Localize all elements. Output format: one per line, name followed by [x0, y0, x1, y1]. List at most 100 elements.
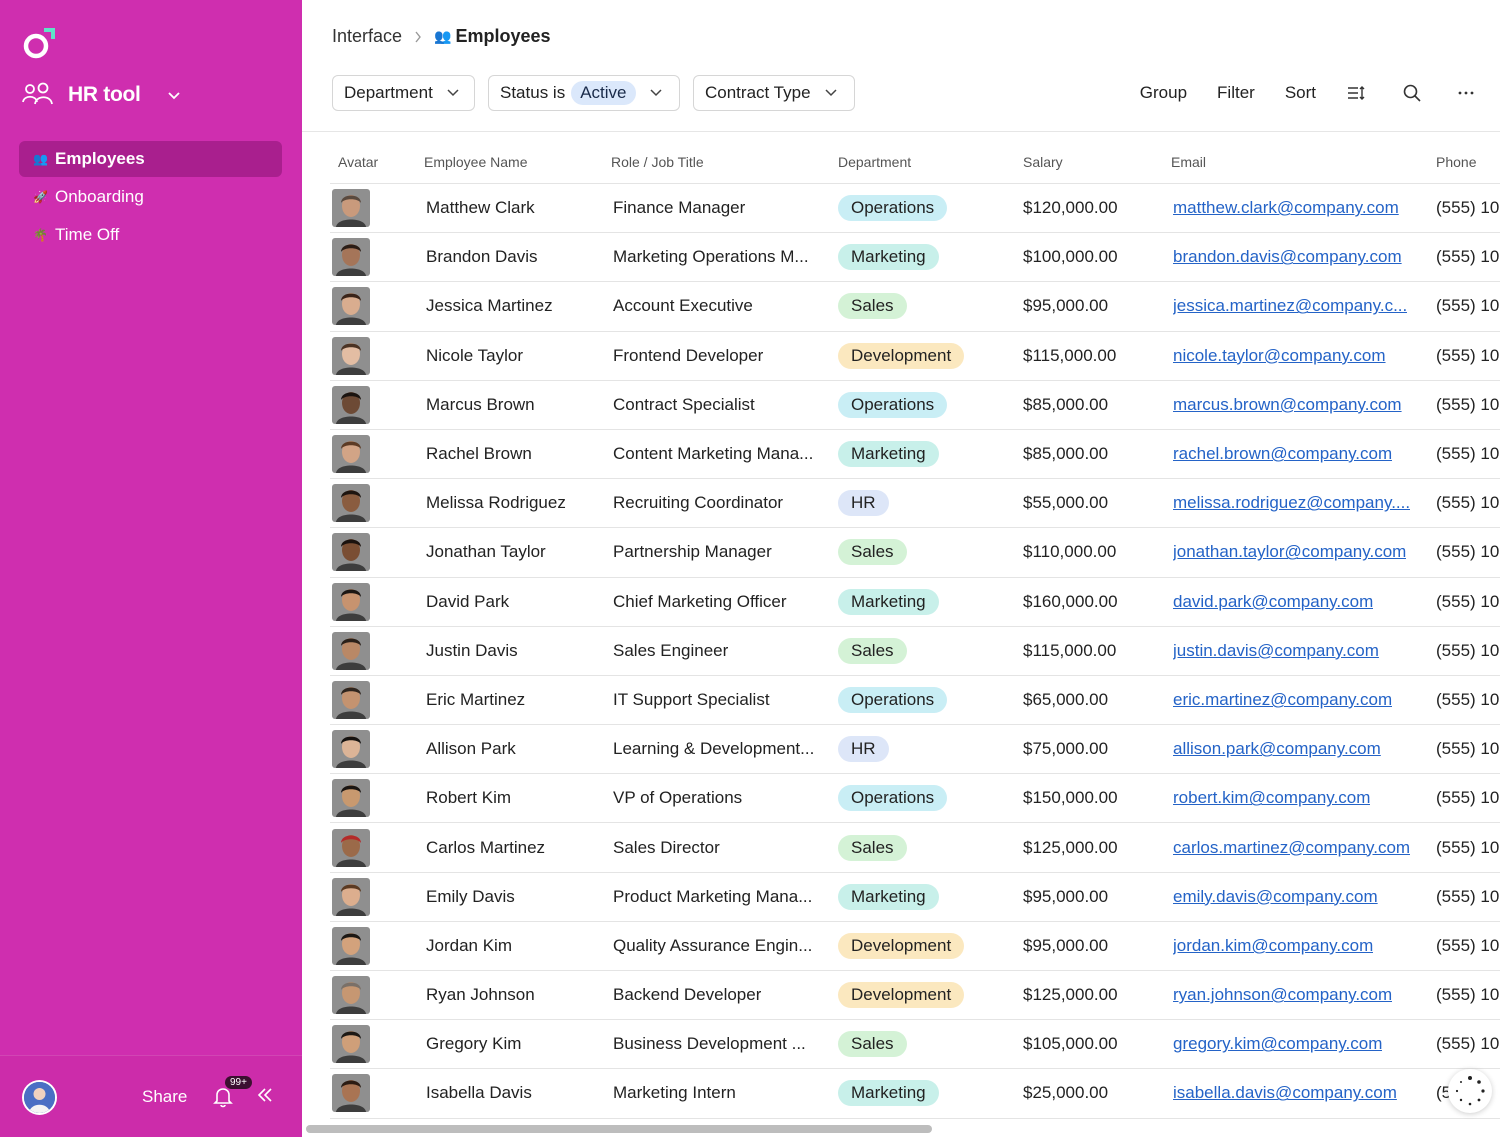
user-avatar[interactable]	[22, 1080, 57, 1115]
employee-avatar	[332, 484, 370, 523]
table-row[interactable]: Allison Park Learning & Development... HR $…	[330, 725, 1500, 775]
employee-email-link[interactable]: carlos.martinez@company.com	[1173, 838, 1410, 858]
employee-name: Matthew Clark	[426, 198, 535, 218]
sidebar-item-employees[interactable]: 👥 Employees	[19, 141, 282, 177]
more-options-icon[interactable]	[1456, 83, 1476, 103]
chevron-down-icon[interactable]	[167, 90, 181, 100]
employee-email-link[interactable]: robert.kim@company.com	[1173, 788, 1370, 808]
column-header-role[interactable]: Role / Job Title	[611, 154, 704, 170]
employee-name: Jessica Martinez	[426, 296, 553, 316]
employee-email-link[interactable]: jessica.martinez@company.c...	[1173, 296, 1407, 316]
table-row[interactable]: Jonathan Taylor Partnership Manager Sales $…	[330, 528, 1500, 578]
group-button[interactable]: Group	[1140, 83, 1187, 103]
employee-email-link[interactable]: ryan.johnson@company.com	[1173, 985, 1392, 1005]
chevron-down-icon	[447, 89, 459, 97]
employee-email-link[interactable]: jonathan.taylor@company.com	[1173, 542, 1406, 562]
table-row[interactable]: Jessica Martinez Account Executive Sales $9…	[330, 282, 1500, 332]
column-header-phone[interactable]: Phone	[1436, 154, 1476, 170]
employee-email-link[interactable]: allison.park@company.com	[1173, 739, 1381, 759]
employee-email-link[interactable]: gregory.kim@company.com	[1173, 1034, 1382, 1054]
table-row[interactable]: Matthew Clark Finance Manager Operations $1…	[330, 184, 1500, 234]
avatar-photo-icon	[332, 189, 370, 228]
table-row[interactable]: Emily Davis Product Marketing Mana... Mark…	[330, 873, 1500, 922]
employee-email-link[interactable]: david.park@company.com	[1173, 592, 1373, 612]
horizontal-scrollbar[interactable]	[306, 1125, 932, 1133]
table-row[interactable]: David Park Chief Marketing Officer Marketi…	[330, 578, 1500, 627]
row-height-icon[interactable]	[1346, 83, 1366, 103]
employee-phone: (555) 10	[1436, 935, 1500, 955]
employee-role: Chief Marketing Officer	[613, 591, 787, 611]
employee-email-link[interactable]: justin.davis@company.com	[1173, 641, 1379, 661]
sidebar-item-time-off[interactable]: 🌴 Time Off	[19, 217, 282, 253]
employee-email-link[interactable]: emily.davis@company.com	[1173, 887, 1378, 907]
employee-phone: (555) 10	[1436, 640, 1500, 660]
employee-name: Brandon Davis	[426, 247, 538, 267]
table-row[interactable]: Justin Davis Sales Engineer Sales $115,000.…	[330, 627, 1500, 676]
employee-email-link[interactable]: marcus.brown@company.com	[1173, 395, 1402, 415]
employee-email-link[interactable]: matthew.clark@company.com	[1173, 198, 1399, 218]
employee-email-link[interactable]: nicole.taylor@company.com	[1173, 346, 1386, 366]
rocket-emoji-icon: 🚀	[33, 190, 48, 204]
table-row[interactable]: Isabella Davis Marketing Intern Marketing $…	[330, 1069, 1500, 1119]
employee-email-link[interactable]: isabella.davis@company.com	[1173, 1083, 1397, 1103]
employee-avatar	[332, 533, 370, 572]
employee-phone: (555) 10	[1436, 394, 1500, 414]
table-row[interactable]: Robert Kim VP of Operations Operations $150…	[330, 774, 1500, 824]
employee-role: VP of Operations	[613, 788, 743, 808]
column-header-name[interactable]: Employee Name	[424, 154, 528, 170]
share-button[interactable]: Share	[142, 1087, 187, 1107]
department-filter[interactable]: Department	[332, 75, 475, 111]
avatar-photo-icon	[332, 1025, 370, 1064]
sidebar-item-label: Employees	[55, 149, 145, 168]
employee-phone: (555) 10	[1436, 198, 1500, 218]
employee-avatar	[332, 238, 370, 277]
employee-name: Ryan Johnson	[426, 985, 535, 1005]
employee-role: Business Development ...	[613, 1034, 806, 1054]
employee-name: Rachel Brown	[426, 444, 532, 464]
bell-icon[interactable]	[213, 1086, 233, 1108]
table-row[interactable]: Jordan Kim Quality Assurance Engin... Deve…	[330, 922, 1500, 971]
contract-type-filter[interactable]: Contract Type	[693, 75, 855, 111]
department-badge: HR	[838, 736, 889, 763]
employee-email-link[interactable]: jordan.kim@company.com	[1173, 936, 1373, 956]
sidebar-item-onboarding[interactable]: 🚀 Onboarding	[19, 179, 282, 215]
table-row[interactable]: Nicole Taylor Frontend Developer Developme…	[330, 332, 1500, 381]
sidebar-item-label: Onboarding	[55, 187, 144, 206]
employee-salary: $110,000.00	[1023, 542, 1117, 562]
table-row[interactable]: Eric Martinez IT Support Specialist Operat…	[330, 676, 1500, 726]
breadcrumb-parent[interactable]: Interface	[332, 26, 402, 47]
status-filter[interactable]: Status is Active	[488, 75, 680, 111]
employee-role: Contract Specialist	[613, 394, 755, 414]
column-header-email[interactable]: Email	[1171, 154, 1206, 170]
employee-salary: $160,000.00	[1023, 591, 1118, 611]
breadcrumb: Interface 👥 Employees	[332, 26, 551, 47]
employee-email-link[interactable]: eric.martinez@company.com	[1173, 690, 1392, 710]
table-row[interactable]: Marcus Brown Contract Specialist Operation…	[330, 381, 1500, 430]
table-row[interactable]: Gregory Kim Business Development ... Sales…	[330, 1020, 1500, 1070]
employee-phone: (555) 10	[1436, 444, 1500, 464]
employee-name: Robert Kim	[426, 788, 512, 808]
avatar-photo-icon	[332, 926, 370, 965]
collapse-sidebar-icon[interactable]	[256, 1086, 274, 1104]
employee-email-link[interactable]: brandon.davis@company.com	[1173, 247, 1402, 267]
employee-salary: $105,000.00	[1023, 1034, 1118, 1054]
avatar-photo-icon	[332, 631, 370, 670]
filter-button[interactable]: Filter	[1217, 83, 1255, 103]
app-switcher[interactable]: HR tool	[22, 78, 181, 112]
column-header-avatar[interactable]: Avatar	[338, 154, 378, 170]
table-row[interactable]: Melissa Rodriguez Recruiting Coordinator H…	[330, 479, 1500, 529]
table-header: Avatar Employee Name Role / Job Title De…	[330, 140, 1500, 184]
sort-button[interactable]: Sort	[1285, 83, 1316, 103]
department-badge: Development	[838, 342, 965, 369]
department-badge: HR	[838, 490, 889, 517]
column-header-department[interactable]: Department	[838, 154, 911, 170]
table-row[interactable]: Rachel Brown Content Marketing Mana... Mar…	[330, 430, 1500, 480]
table-row[interactable]: Brandon Davis Marketing Operations M... Ma…	[330, 233, 1500, 283]
employee-email-link[interactable]: rachel.brown@company.com	[1173, 444, 1392, 464]
employee-email-link[interactable]: melissa.rodriguez@company....	[1173, 493, 1410, 513]
employee-name: Marcus Brown	[426, 394, 535, 414]
table-row[interactable]: Carlos Martinez Sales Director Sales $125,0…	[330, 823, 1500, 873]
column-header-salary[interactable]: Salary	[1023, 154, 1063, 170]
table-row[interactable]: Ryan Johnson Backend Developer Development…	[330, 971, 1500, 1021]
search-icon[interactable]	[1402, 83, 1422, 103]
